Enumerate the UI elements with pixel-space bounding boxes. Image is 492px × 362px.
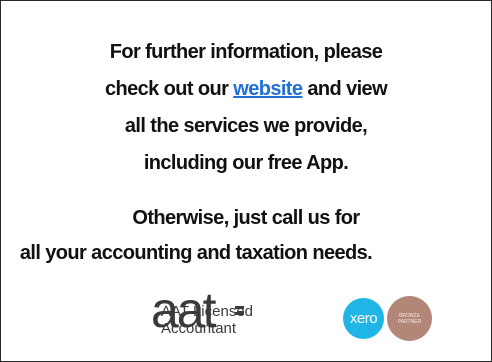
info-line-2-start: check out our [104, 78, 234, 100]
partner-badge: BRONZE PARTNER [387, 296, 432, 341]
info-line-4: including our free App. [143, 152, 349, 174]
partner-badge-line-2: PARTNER [397, 319, 422, 325]
info-card: For further information, please check ou… [0, 0, 492, 362]
contact-paragraph: Otherwise, just call us for all your acc… [1, 201, 491, 271]
info-paragraph: For further information, please check ou… [1, 34, 491, 182]
aat-label-line-1: AAT Licensed [161, 303, 253, 320]
contact-line-2: all your accounting and taxation needs. [19, 242, 373, 264]
website-link[interactable]: website [233, 78, 303, 100]
info-line-2-end: and view [302, 78, 388, 100]
aat-label-line-2: Accountant [161, 320, 237, 337]
aat-label: AAT Licensed Accountant [161, 303, 253, 337]
xero-logo: xero [343, 298, 384, 339]
info-line-2: check out our website and view [1, 71, 491, 108]
contact-line-1: Otherwise, just call us for [132, 207, 360, 229]
info-line-3: all the services we provide, [124, 115, 368, 137]
info-line-1: For further information, please [109, 41, 383, 63]
